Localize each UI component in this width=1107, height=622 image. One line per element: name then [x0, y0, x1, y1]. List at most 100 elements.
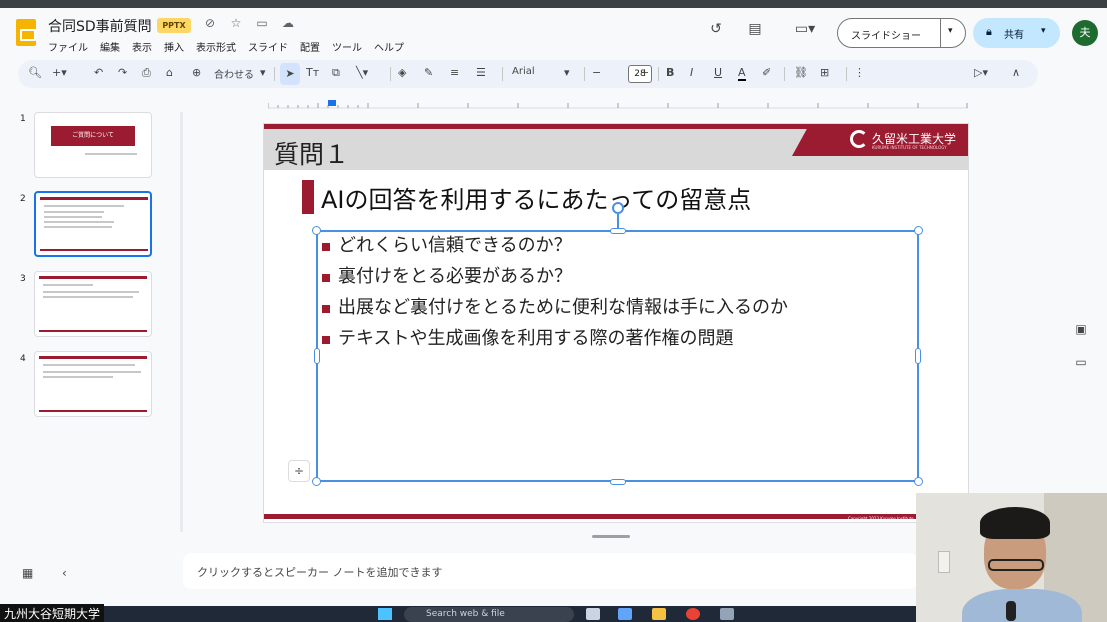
title-actions: ⊘ ☆ ▭ ☁ [202, 16, 296, 30]
resize-handle-bottom-right[interactable] [914, 477, 923, 486]
webcam-microphone [1006, 601, 1016, 621]
menu-view[interactable]: 表示 [132, 39, 152, 54]
filmstrip-scrollbar[interactable] [180, 112, 183, 532]
zoom-dropdown-icon[interactable]: ▾ [260, 66, 266, 79]
document-title[interactable]: 合同SD事前質問 [48, 16, 152, 36]
resize-handle-bottom[interactable] [610, 479, 626, 485]
notes-resize-handle[interactable] [592, 535, 630, 538]
share-button[interactable]: 🔒︎ 共有 ▾ [973, 18, 1060, 48]
cloud-status-icon[interactable]: ☁ [280, 16, 296, 30]
menu-file[interactable]: ファイル [48, 39, 88, 54]
title-accent-bar [302, 180, 314, 214]
resize-handle-top[interactable] [610, 228, 626, 234]
resize-handle-top-right[interactable] [914, 226, 923, 235]
slide-thumbnail-1[interactable]: ご質問について [34, 112, 152, 178]
more-options-icon[interactable]: ⋮ [854, 66, 865, 79]
menu-arrange[interactable]: 配置 [300, 39, 320, 54]
border-color-icon[interactable]: ✎ [424, 66, 433, 79]
menu-slide[interactable]: スライド [248, 39, 288, 54]
slide-thumbnail-3[interactable] [34, 271, 152, 337]
windows-start-icon[interactable] [378, 608, 392, 620]
hide-icon[interactable]: ⊘ [202, 16, 218, 30]
new-slide-icon[interactable]: +▾ [52, 66, 67, 79]
meet-camera-icon[interactable]: ▭▾ [788, 21, 822, 37]
slide-thumbnail-2[interactable] [34, 191, 152, 257]
menu-tools[interactable]: ツール [332, 39, 362, 54]
collapse-toolbar-icon[interactable]: ∧ [1012, 66, 1020, 79]
history-icon[interactable]: ↺ [705, 21, 727, 37]
file-explorer-icon[interactable] [652, 608, 666, 620]
italic-icon[interactable]: I [690, 66, 693, 79]
line-icon[interactable]: ╲▾ [356, 66, 368, 79]
resize-handle-bottom-left[interactable] [312, 477, 321, 486]
print-icon[interactable]: ⎙ [142, 66, 151, 80]
slides-logo-icon[interactable] [16, 19, 36, 46]
toolbar-divider [502, 67, 503, 81]
folder-icon[interactable]: ▭ [1072, 355, 1090, 369]
resize-handle-top-left[interactable] [312, 226, 321, 235]
share-label: 共有 [1004, 30, 1024, 41]
toolbar-divider [390, 67, 391, 81]
menu-help[interactable]: ヘルプ [374, 39, 404, 54]
resize-handle-left[interactable] [314, 348, 320, 364]
share-dropdown-icon[interactable]: ▾ [1041, 26, 1046, 36]
search-menus-icon[interactable]: 🔍︎ [28, 66, 42, 79]
text-box-selection[interactable] [316, 230, 919, 482]
star-icon[interactable]: ☆ [228, 16, 244, 30]
text-box-icon[interactable]: Tт [306, 66, 319, 79]
zoom-icon[interactable]: ⊕ [192, 66, 201, 79]
redo-icon[interactable]: ↷ [118, 66, 127, 79]
slide-number: 1 [20, 114, 26, 124]
menu-format[interactable]: 表示形式 [196, 39, 236, 54]
image-icon[interactable]: ⧉ [332, 66, 340, 80]
underline-icon[interactable]: U [714, 66, 722, 79]
menu-edit[interactable]: 編集 [100, 39, 120, 54]
rotate-handle[interactable] [612, 202, 624, 214]
slideshow-button[interactable]: スライドショー ▾ [837, 18, 966, 48]
taskbar-search[interactable]: Search web & file [404, 607, 574, 622]
webcam-wall-outlet [938, 551, 950, 573]
font-dropdown-icon[interactable]: ▾ [564, 66, 570, 79]
taskbar-app-icon[interactable] [618, 608, 632, 620]
add-comment-icon[interactable]: ⊞ [820, 66, 829, 79]
increase-font-icon[interactable]: + [640, 66, 649, 79]
comments-icon[interactable]: ▤ [744, 21, 766, 37]
menu-insert[interactable]: 挿入 [164, 39, 184, 54]
keep-notes-icon[interactable]: ▣ [1072, 322, 1090, 336]
border-weight-icon[interactable]: ≡ [450, 66, 459, 79]
text-color-icon[interactable]: A [738, 66, 746, 81]
resize-handle-right[interactable] [915, 348, 921, 364]
move-folder-icon[interactable]: ▭ [254, 16, 270, 30]
link-icon[interactable]: ⛓ [794, 66, 808, 79]
slide-subtitle[interactable]: AIの回答を利用するにあたっての留意点 [321, 180, 751, 215]
select-cursor-icon[interactable]: ➤ [280, 63, 300, 85]
slideshow-label: スライドショー [851, 31, 921, 42]
autofit-options-icon[interactable]: ÷ [288, 460, 310, 482]
speaker-notes-field[interactable]: クリックするとスピーカー ノートを追加できます [183, 553, 917, 589]
grid-view-icon[interactable]: ▦ [22, 566, 33, 580]
font-family-select[interactable]: Arial [512, 66, 535, 77]
paint-format-icon[interactable]: ⌂ [166, 66, 173, 79]
taskbar-app-icon[interactable] [586, 608, 600, 620]
account-avatar[interactable]: 夫 [1072, 20, 1098, 46]
bold-icon[interactable]: B [666, 66, 674, 79]
fill-color-icon[interactable]: ◈ [398, 66, 406, 79]
ruler-indent-marker[interactable] [328, 100, 336, 106]
taskbar-app-icon[interactable] [720, 608, 734, 620]
thumbnail-text-line [44, 211, 104, 213]
thumbnail-text-line [44, 221, 114, 223]
file-format-badge: PPTX [157, 18, 191, 33]
collapse-filmstrip-icon[interactable]: ‹ [62, 566, 67, 580]
thumbnail-footer-bar [39, 410, 147, 412]
decrease-font-icon[interactable]: − [592, 66, 601, 79]
chrome-icon[interactable] [686, 608, 700, 620]
slideshow-dropdown-icon[interactable]: ▾ [948, 26, 953, 36]
undo-icon[interactable]: ↶ [94, 66, 103, 79]
highlight-icon[interactable]: ✐ [762, 66, 771, 79]
zoom-select[interactable]: 合わせる [214, 66, 254, 81]
slide-thumbnail-4[interactable] [34, 351, 152, 417]
border-dash-icon[interactable]: ☰ [476, 66, 486, 79]
pen-mode-icon[interactable]: ▷▾ [974, 66, 988, 79]
thumbnail-header-bar [39, 276, 147, 279]
thumbnail-text-line [43, 376, 113, 378]
